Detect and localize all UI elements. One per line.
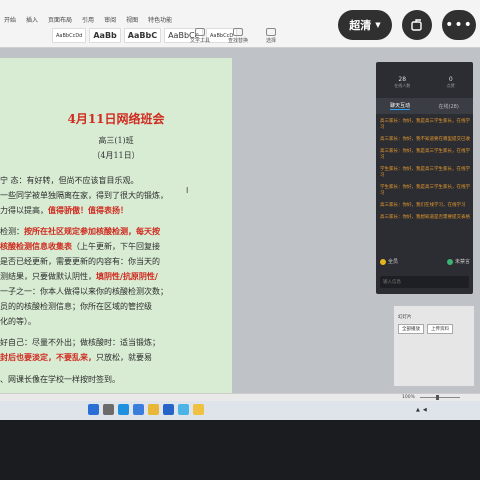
meeting-app-icon[interactable] [178,404,189,415]
text-tool-label: 文字工具 [190,38,211,44]
status-dot-icon [380,258,386,265]
menu-reference[interactable]: 引用 [82,15,94,24]
stat-online: 28 在线人数 [394,76,411,88]
menu-view[interactable]: 视图 [126,15,138,24]
chat-toggles: 全员 未禁言 [380,258,470,265]
ribbon-toolbar: 开始 插入 页面布局 引用 审阅 视图 特色功能 AaBbCcDd AaBb A… [0,0,480,48]
chat-input[interactable]: 输入信息 [380,276,469,288]
quality-button[interactable]: 超清 ▼ [338,10,392,40]
zoom-slider-handle[interactable] [436,395,439,400]
slide-panel-label: 幻灯片 [398,315,412,320]
chat-tabs: 聊天互动 在线(28) [376,98,473,114]
browser-icon[interactable] [118,404,129,415]
more-icon: ••• [445,17,473,33]
date-line: （4月11日） [92,151,140,160]
network-icon[interactable]: ▲ [416,407,420,413]
doc-line: 好自己：尽量不外出；做核酸时：适当锻炼； [0,338,160,347]
taskbar-apps [88,404,204,415]
bottom-bar [0,420,480,480]
chat-message: 学生家长：你好，我是高三学生家长，在线学习 [380,167,470,178]
ribbon-tools: 文字工具 查找替换 选择 [190,28,276,44]
chevron-down-icon: ▼ [375,21,381,29]
play-all-button[interactable]: 全部播放 [398,324,424,334]
style-normal[interactable]: AaBbCcDd [52,28,87,43]
find-replace-icon [233,28,244,36]
chat-message: 高三家长：你好，我不知道要在哪里提交已收 [380,137,470,142]
style-heading-1[interactable]: AaBb [89,28,121,43]
menu-review[interactable]: 审阅 [104,15,116,24]
pinned-app-icon[interactable] [193,404,204,415]
text-tool-icon [195,28,205,36]
slide-panel: 幻灯片 全部播放 上传资料 [394,306,474,386]
doc-line: 一子之一：你本人做得以来你的核酸检测次数； [0,287,168,296]
select-icon [266,28,277,36]
taskbar: ▲ ◀ [0,401,480,420]
select-button[interactable]: 选择 [266,28,276,44]
style-heading-2[interactable]: AaBbC [123,28,162,43]
doc-line: 是否已经更新，需要更新的内容有：你当天的 [0,257,160,266]
doc-line: 员的的核酸检测信息；你所在区域的管控级 [0,302,152,311]
chat-message: 高三家长：你好，我们在线学习，在线学习 [380,203,466,208]
doc-line: 测结果，只要做默认阴性，填阴性/抗原阴性/ [0,271,158,281]
doc-line: 化的等）。 [0,317,36,326]
tab-online[interactable]: 在线(28) [439,103,459,110]
menu-layout[interactable]: 页面布局 [48,15,72,24]
chat-message: 高三家长：你好，我是高三学生家长，在线学习 [380,119,470,130]
tab-chat[interactable]: 聊天互动 [390,102,411,110]
stream-controls: 超清 ▼ ••• [338,10,480,40]
page-title: 4月11日网络班会 [67,112,165,126]
doc-line: 核酸检测信息收集表（上午更新，下午回复接 [0,241,160,251]
rotate-icon [411,19,422,31]
doc-line: 宁 态：有好转，但尚不应该盲目乐观。 [0,176,139,185]
chat-message-list: 高三家长：你好，我是高三学生家长，在线学习 高三家长：你好，我不知道要在哪里提交… [380,119,470,227]
ribbon-menu: 开始 插入 页面布局 引用 审阅 视图 特色功能 [4,15,172,24]
search-icon[interactable] [103,404,114,415]
chat-stats: 28 在线人数 0 点赞 [376,76,473,89]
text-cursor-icon: I [186,186,189,195]
chat-message: 高三家长：你好，我想知道是否需要提交表格 [380,215,470,220]
status-dot-icon [446,258,453,265]
find-replace-button[interactable]: 查找替换 [228,28,248,44]
document-page[interactable]: 4月11日网络班会 高三(1)班 （4月11日） 宁 态：有好转，但尚不应该盲目… [0,58,232,393]
doc-line: 一些同学被单独隔离在家，得到了很大的锻炼， [0,191,168,200]
system-tray: ▲ ◀ [416,407,427,413]
zoom-level: 100% [402,395,415,400]
all-members-toggle[interactable]: 全员 [380,258,398,265]
doc-line: 封后也要淡定，不要乱来，只放松，就要易 [0,352,152,362]
word-icon[interactable] [163,404,174,415]
doc-line: 力得以提高，值得骄傲！值得表扬！ [0,205,128,215]
doc-line: 、网课长像在学校一样按时签到。 [0,375,120,384]
mute-toggle[interactable]: 未禁言 [446,258,470,265]
menu-start[interactable]: 开始 [4,15,16,24]
chat-panel: 28 在线人数 0 点赞 聊天互动 在线(28) 高三家长：你好，我是高三学生家… [376,62,473,294]
zoom-slider[interactable] [420,397,460,398]
select-label: 选择 [266,38,277,44]
volume-icon[interactable]: ◀ [423,407,427,413]
class-line: 高三(1)班 [98,136,134,145]
screen: 开始 插入 页面布局 引用 审阅 视图 特色功能 AaBbCcDd AaBb A… [0,0,480,420]
rotate-button[interactable] [402,10,432,40]
more-button[interactable]: ••• [442,10,476,40]
app-icon[interactable] [133,404,144,415]
stat-likes: 0 点赞 [446,76,455,88]
menu-features[interactable]: 特色功能 [148,15,172,24]
chat-message: 学生家长：你好，我是高三学生家长，在线学习 [380,185,470,196]
doc-line: 检测：按所在社区规定参加核酸检测，每天按 [0,226,160,236]
quality-label: 超清 [349,19,372,32]
find-replace-label: 查找替换 [228,38,249,44]
status-bar: 100% [0,393,480,401]
slide-panel-buttons: 全部播放 上传资料 [398,324,453,334]
text-tool-button[interactable]: 文字工具 [190,28,210,44]
menu-insert[interactable]: 插入 [26,15,38,24]
chat-message: 高三家长：你好，我是高三学生家长，在线学习 [380,149,470,160]
windows-start-icon[interactable] [88,404,99,415]
upload-button[interactable]: 上传资料 [427,324,453,334]
folder-icon[interactable] [148,404,159,415]
